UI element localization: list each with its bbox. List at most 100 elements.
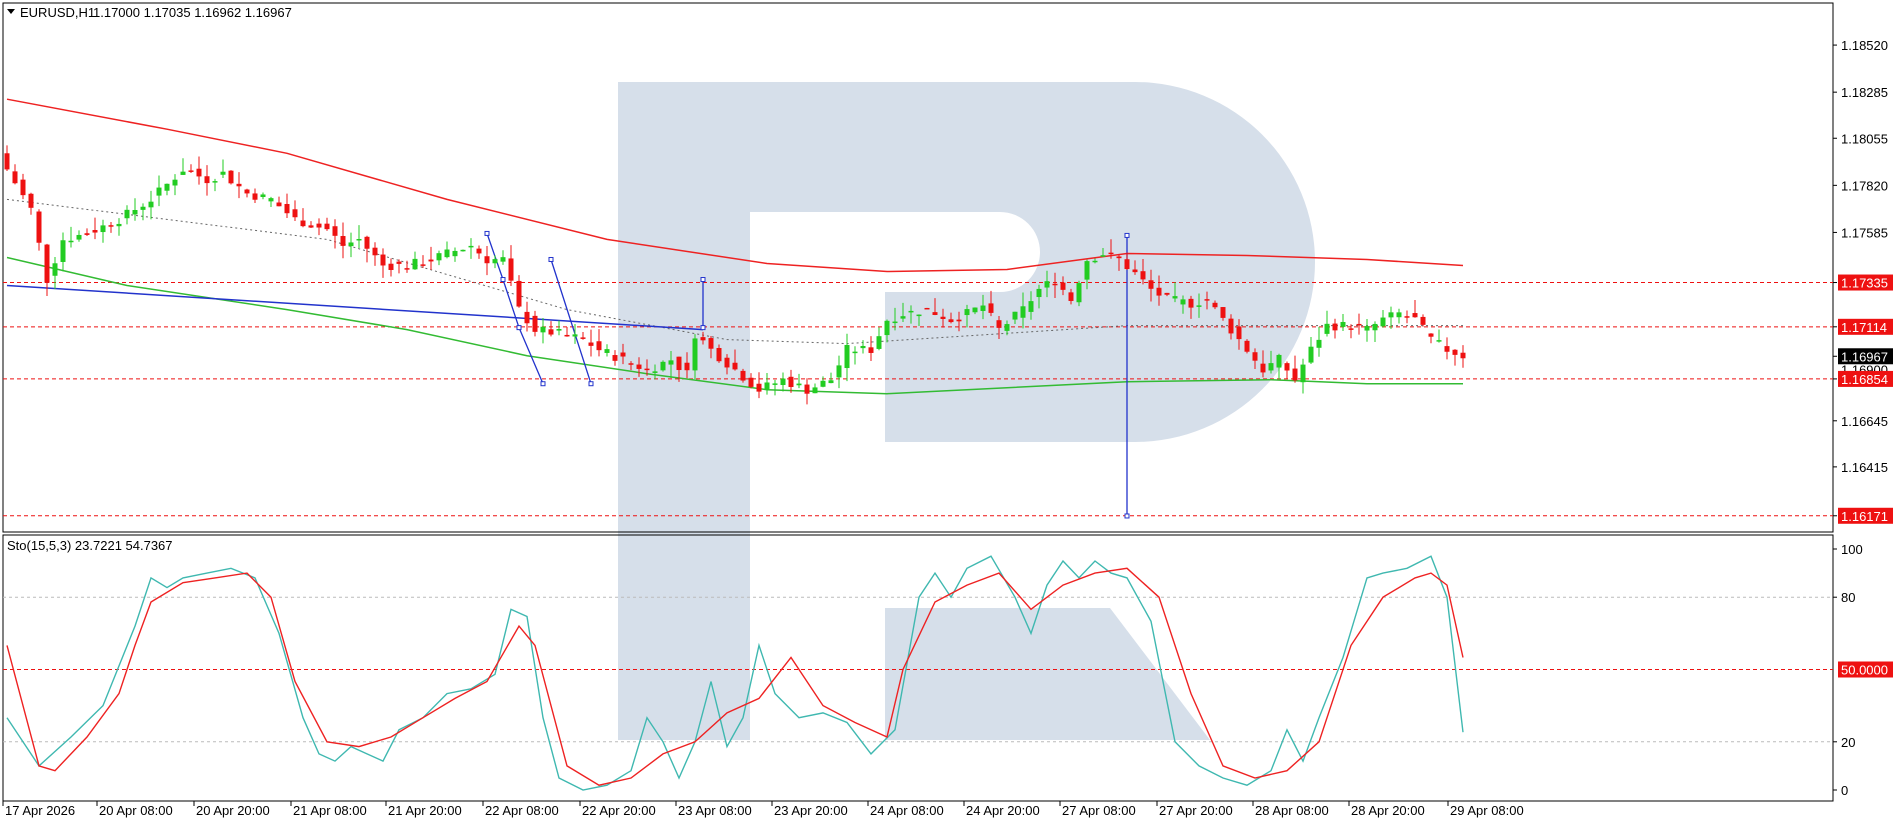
bear-candle[interactable] xyxy=(1236,326,1242,340)
bear-candle[interactable] xyxy=(548,329,554,335)
bear-candle[interactable] xyxy=(580,337,586,339)
bull-candle[interactable] xyxy=(1036,288,1042,298)
bull-candle[interactable] xyxy=(1076,283,1082,303)
bear-candle[interactable] xyxy=(1156,287,1162,296)
bull-candle[interactable] xyxy=(1020,306,1026,318)
bear-candle[interactable] xyxy=(788,376,794,387)
bear-candle[interactable] xyxy=(28,193,34,208)
bull-candle[interactable] xyxy=(148,201,154,208)
bear-candle[interactable] xyxy=(644,368,650,371)
bull-candle[interactable] xyxy=(780,378,786,386)
anchor-point[interactable] xyxy=(540,381,546,387)
bull-candle[interactable] xyxy=(1028,301,1034,312)
bear-candle[interactable] xyxy=(636,364,642,369)
bull-candle[interactable] xyxy=(1396,312,1402,318)
bull-candle[interactable] xyxy=(964,309,970,316)
bull-candle[interactable] xyxy=(1172,296,1178,299)
bear-candle[interactable] xyxy=(1284,363,1290,371)
bull-candle[interactable] xyxy=(852,351,858,354)
bull-candle[interactable] xyxy=(60,240,66,262)
bull-candle[interactable] xyxy=(1364,326,1370,331)
bear-candle[interactable] xyxy=(476,248,482,254)
bear-candle[interactable] xyxy=(868,347,874,353)
bear-candle[interactable] xyxy=(1116,256,1122,259)
bear-candle[interactable] xyxy=(732,362,738,370)
bear-candle[interactable] xyxy=(676,356,682,371)
bear-candle[interactable] xyxy=(1428,333,1434,337)
bear-candle[interactable] xyxy=(92,230,98,233)
bear-candle[interactable] xyxy=(1124,259,1130,270)
bull-candle[interactable] xyxy=(500,257,506,262)
bull-candle[interactable] xyxy=(156,187,162,196)
bear-candle[interactable] xyxy=(1188,298,1194,308)
bear-candle[interactable] xyxy=(700,337,706,341)
bull-candle[interactable] xyxy=(1268,363,1274,371)
bull-candle[interactable] xyxy=(1308,346,1314,363)
bear-candle[interactable] xyxy=(748,377,754,387)
bull-candle[interactable] xyxy=(764,382,770,390)
anchor-point[interactable] xyxy=(700,277,706,283)
bear-candle[interactable] xyxy=(4,153,10,170)
bear-candle[interactable] xyxy=(316,223,322,228)
bull-candle[interactable] xyxy=(556,329,562,331)
bull-candle[interactable] xyxy=(1276,354,1282,368)
anchor-point[interactable] xyxy=(588,381,594,387)
bear-candle[interactable] xyxy=(404,268,410,270)
bear-candle[interactable] xyxy=(948,319,954,323)
bear-candle[interactable] xyxy=(532,315,538,332)
bull-candle[interactable] xyxy=(52,263,58,276)
bull-candle[interactable] xyxy=(444,249,450,258)
bull-candle[interactable] xyxy=(172,179,178,186)
bear-candle[interactable] xyxy=(1460,352,1466,359)
bull-candle[interactable] xyxy=(1380,317,1386,327)
bear-candle[interactable] xyxy=(932,312,938,315)
bear-candle[interactable] xyxy=(1252,352,1258,361)
bear-candle[interactable] xyxy=(276,202,282,207)
bear-candle[interactable] xyxy=(1292,368,1298,381)
bull-candle[interactable] xyxy=(916,314,922,317)
bull-candle[interactable] xyxy=(68,240,74,243)
bull-candle[interactable] xyxy=(668,360,674,365)
bull-candle[interactable] xyxy=(164,183,170,191)
bear-candle[interactable] xyxy=(724,357,730,368)
bear-candle[interactable] xyxy=(332,226,338,236)
anchor-point[interactable] xyxy=(500,277,506,283)
bull-candle[interactable] xyxy=(132,210,138,215)
bull-candle[interactable] xyxy=(860,345,866,349)
bull-candle[interactable] xyxy=(100,225,106,233)
bear-candle[interactable] xyxy=(1348,328,1354,330)
bear-candle[interactable] xyxy=(708,338,714,349)
bear-candle[interactable] xyxy=(1204,299,1210,301)
bull-candle[interactable] xyxy=(772,383,778,385)
anchor-point[interactable] xyxy=(548,256,554,262)
bull-candle[interactable] xyxy=(892,321,898,324)
bear-candle[interactable] xyxy=(1148,280,1154,289)
bear-candle[interactable] xyxy=(244,189,250,194)
bear-candle[interactable] xyxy=(1052,283,1058,286)
bull-candle[interactable] xyxy=(812,387,818,394)
bear-candle[interactable] xyxy=(740,370,746,381)
bear-candle[interactable] xyxy=(596,341,602,351)
bear-candle[interactable] xyxy=(380,254,386,266)
bull-candle[interactable] xyxy=(268,198,274,202)
bear-candle[interactable] xyxy=(988,303,994,313)
bear-candle[interactable] xyxy=(196,168,202,177)
bull-candle[interactable] xyxy=(876,336,882,349)
bear-candle[interactable] xyxy=(84,233,90,235)
bear-candle[interactable] xyxy=(12,171,18,184)
bull-candle[interactable] xyxy=(76,234,82,240)
bear-candle[interactable] xyxy=(236,183,242,187)
bear-candle[interactable] xyxy=(1060,282,1066,290)
bull-candle[interactable] xyxy=(140,206,146,210)
bull-candle[interactable] xyxy=(820,380,826,387)
bull-candle[interactable] xyxy=(652,371,658,373)
bull-candle[interactable] xyxy=(260,194,266,197)
bull-candle[interactable] xyxy=(1324,323,1330,334)
bear-candle[interactable] xyxy=(620,352,626,357)
bull-candle[interactable] xyxy=(460,249,466,252)
bull-candle[interactable] xyxy=(844,344,850,369)
bull-candle[interactable] xyxy=(1100,255,1106,257)
bull-candle[interactable] xyxy=(836,365,842,378)
bear-candle[interactable] xyxy=(1420,316,1426,325)
bear-candle[interactable] xyxy=(396,261,402,264)
